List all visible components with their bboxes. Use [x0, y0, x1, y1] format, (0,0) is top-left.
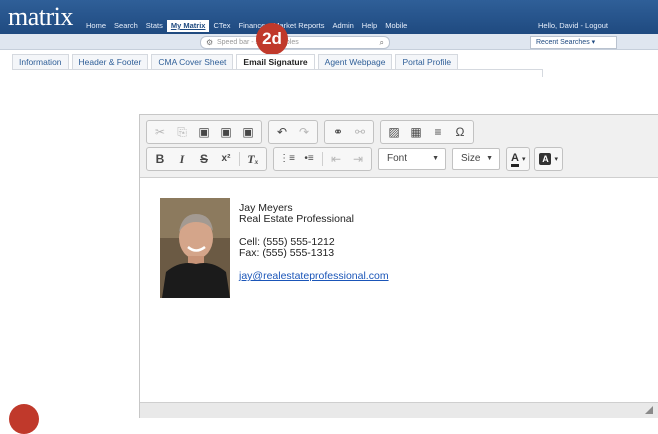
signature-editor: ✂ ⎘ ▣ ▣ ▣ ↶ ↷ ⚭ ⚯ ▨ ▦ ≡ Ω B I S x² Tₓ ⋮≡… [139, 114, 658, 418]
cut-icon[interactable]: ✂ [149, 121, 171, 143]
numbered-list-icon[interactable]: ⋮≡ [276, 148, 298, 170]
top-nav-bar: matrix Home Search Stats My Matrix CTex … [0, 0, 658, 34]
signature-email-link[interactable]: jay@realestateprofessional.com [239, 271, 389, 282]
gear-icon[interactable]: ⚙ [206, 37, 213, 48]
nav-my-matrix[interactable]: My Matrix [166, 20, 210, 32]
toolbar-row-1: ✂ ⎘ ▣ ▣ ▣ ↶ ↷ ⚭ ⚯ ▨ ▦ ≡ Ω [146, 120, 480, 144]
clipboard-group: ✂ ⎘ ▣ ▣ ▣ [146, 120, 262, 144]
image-icon[interactable]: ▨ [383, 121, 405, 143]
toolbar-separator [322, 152, 323, 166]
paste-icon[interactable]: ▣ [193, 121, 215, 143]
tab-header-footer[interactable]: Header & Footer [71, 54, 149, 70]
horizontal-line-icon[interactable]: ≡ [427, 121, 449, 143]
recent-searches-dropdown[interactable]: Recent Searches ▾ [530, 36, 617, 49]
signature-fax: Fax: (555) 555-1313 [239, 247, 335, 259]
font-select[interactable]: Font ▼ [378, 148, 446, 170]
nav-home[interactable]: Home [82, 20, 110, 32]
speed-bar-input[interactable]: ⚙ Speed bar - see examples ⌕ [200, 36, 390, 49]
chevron-down-icon: ▼ [486, 155, 493, 162]
search-strip: ⚙ Speed bar - see examples ⌕ Recent Sear… [0, 34, 658, 50]
callout-badge [9, 404, 39, 434]
size-select-label: Size [461, 153, 481, 164]
strikethrough-button[interactable]: S [193, 148, 215, 170]
basic-styles-group: B I S x² Tₓ [146, 147, 267, 171]
paste-text-icon[interactable]: ▣ [215, 121, 237, 143]
nav-ctex[interactable]: CTex [209, 20, 234, 32]
tab-portal-profile[interactable]: Portal Profile [395, 54, 459, 70]
search-icon[interactable]: ⌕ [380, 37, 384, 48]
callout-badge-2d: 2d [256, 23, 288, 55]
indent-icon[interactable]: ⇥ [347, 148, 369, 170]
toolbar-separator [239, 152, 240, 166]
redo-icon[interactable]: ↷ [293, 121, 315, 143]
nav-search[interactable]: Search [110, 20, 142, 32]
unlink-icon[interactable]: ⚯ [349, 121, 371, 143]
background-color-button[interactable]: A ▾ [534, 147, 563, 171]
signature-block: Jay Meyers Real Estate Professional Cell… [239, 203, 389, 282]
agent-photo [160, 198, 230, 298]
settings-tabs: Information Header & Footer CMA Cover Sh… [12, 54, 461, 70]
text-color-button[interactable]: A ▾ [506, 147, 531, 171]
history-group: ↶ ↷ [268, 120, 318, 144]
undo-icon[interactable]: ↶ [271, 121, 293, 143]
tab-email-signature[interactable]: Email Signature [236, 54, 315, 70]
insert-group: ▨ ▦ ≡ Ω [380, 120, 474, 144]
tab-agent-webpage[interactable]: Agent Webpage [317, 54, 393, 70]
editor-content-area[interactable]: Jay Meyers Real Estate Professional Cell… [140, 177, 658, 403]
chevron-down-icon: ▼ [432, 155, 439, 162]
paste-word-icon[interactable]: ▣ [237, 121, 259, 143]
nav-mobile[interactable]: Mobile [381, 20, 411, 32]
nav-admin[interactable]: Admin [329, 20, 358, 32]
nav-help[interactable]: Help [358, 20, 381, 32]
list-group: ⋮≡ •≡ ⇤ ⇥ [273, 147, 372, 171]
table-icon[interactable]: ▦ [405, 121, 427, 143]
text-color-icon: A [511, 152, 519, 167]
chevron-down-icon: ▾ [521, 156, 526, 163]
tab-divider [12, 69, 543, 70]
size-select[interactable]: Size ▼ [452, 148, 500, 170]
link-group: ⚭ ⚯ [324, 120, 374, 144]
tab-cma-cover-sheet[interactable]: CMA Cover Sheet [151, 54, 234, 70]
superscript-button[interactable]: x² [215, 148, 237, 170]
toolbar-row-2: B I S x² Tₓ ⋮≡ •≡ ⇤ ⇥ Font ▼ Size ▼ A ▾ … [146, 147, 567, 171]
copy-icon[interactable]: ⎘ [171, 121, 193, 143]
main-nav: Home Search Stats My Matrix CTex Finance… [82, 20, 411, 32]
link-icon[interactable]: ⚭ [327, 121, 349, 143]
tab-information[interactable]: Information [12, 54, 69, 70]
tab-divider-edge [542, 69, 543, 77]
special-char-icon[interactable]: Ω [449, 121, 471, 143]
user-greeting[interactable]: Hello, David - Logout [538, 21, 608, 30]
chevron-down-icon: ▾ [554, 156, 558, 163]
resize-handle-icon[interactable] [645, 406, 653, 414]
bold-button[interactable]: B [149, 148, 171, 170]
signature-title: Real Estate Professional [239, 213, 354, 225]
background-color-icon: A [539, 153, 552, 165]
font-select-label: Font [387, 153, 408, 164]
bulleted-list-icon[interactable]: •≡ [298, 148, 320, 170]
remove-format-button[interactable]: Tₓ [242, 148, 264, 170]
outdent-icon[interactable]: ⇤ [325, 148, 347, 170]
nav-stats[interactable]: Stats [142, 20, 167, 32]
recent-searches-label: Recent Searches [536, 39, 590, 46]
agent-photo-image [160, 198, 230, 298]
chevron-down-icon: ▾ [591, 39, 596, 46]
italic-button[interactable]: I [171, 148, 193, 170]
matrix-logo[interactable]: matrix [8, 4, 73, 30]
